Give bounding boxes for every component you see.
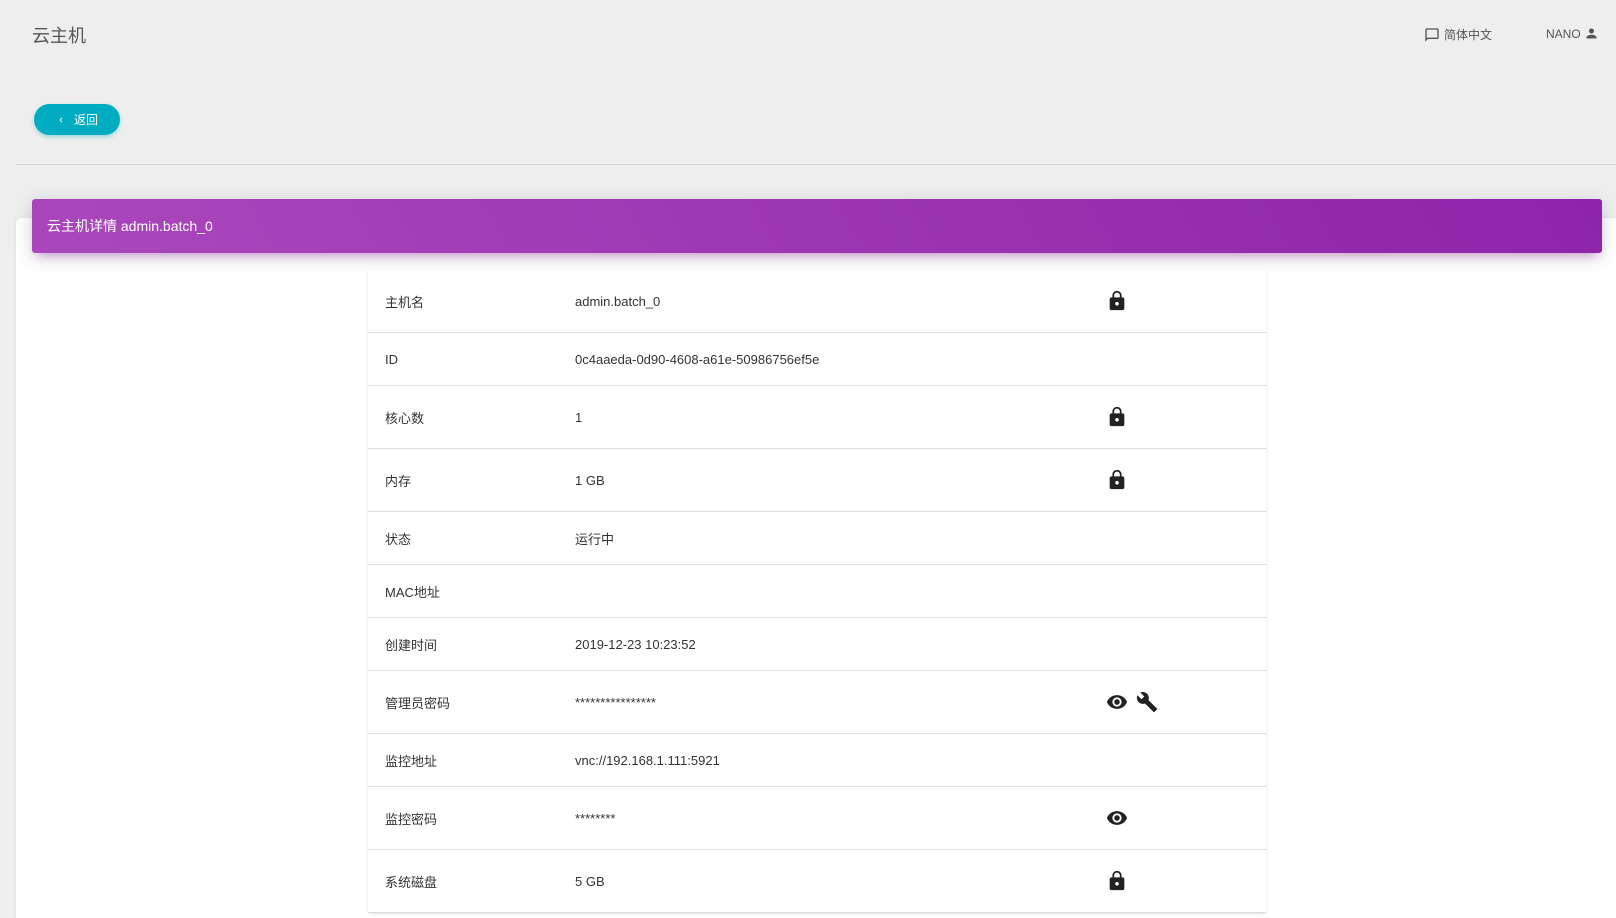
user-name: NANO <box>1546 26 1581 41</box>
divider <box>16 164 1616 165</box>
language-label: 简体中文 <box>1444 28 1493 42</box>
wrench-icon[interactable] <box>1135 690 1159 714</box>
back-button[interactable]: 返回 <box>34 104 120 135</box>
row-value: 5 GB <box>575 873 605 889</box>
row-value: admin.batch_0 <box>575 293 661 309</box>
row-actions <box>1105 869 1266 893</box>
row-actions <box>1105 289 1266 313</box>
detail-row-status: 状态 运行中 <box>368 512 1266 565</box>
person-icon <box>1586 28 1597 39</box>
row-value: ******** <box>575 810 616 826</box>
row-actions <box>1105 405 1266 429</box>
row-value: 2019-12-23 10:23:52 <box>575 636 696 652</box>
chat-bubble-icon <box>1425 27 1439 42</box>
detail-row-cores: 核心数 1 <box>368 386 1266 449</box>
user-menu[interactable]: NANO <box>1546 26 1599 41</box>
detail-row-monitor-address: 监控地址 vnc://192.168.1.111:5921 <box>368 734 1266 787</box>
row-label: 管理员密码 <box>385 695 451 711</box>
language-switcher[interactable]: 简体中文 <box>1424 26 1492 43</box>
card-title: 云主机详情 admin.batch_0 <box>47 218 213 234</box>
page-title: 云主机 <box>32 26 86 46</box>
detail-row-monitor-password: 监控密码 ******** <box>368 787 1266 850</box>
row-label: 主机名 <box>385 294 425 310</box>
row-label: ID <box>385 351 398 367</box>
lock-icon[interactable] <box>1105 869 1129 893</box>
detail-row-admin-password: 管理员密码 **************** <box>368 671 1266 734</box>
eye-icon[interactable] <box>1105 806 1129 830</box>
row-value: 运行中 <box>575 531 615 547</box>
eye-icon[interactable] <box>1105 690 1129 714</box>
detail-row-hostname: 主机名 admin.batch_0 <box>368 270 1266 333</box>
detail-row-mac: MAC地址 <box>368 565 1266 618</box>
row-actions <box>1105 690 1266 714</box>
lock-icon[interactable] <box>1105 289 1129 313</box>
chevron-left-icon <box>59 117 63 122</box>
detail-row-id: ID 0c4aaeda-0d90-4608-a61e-50986756ef5e <box>368 333 1266 386</box>
row-label: 核心数 <box>385 410 425 426</box>
top-navbar: 云主机 简体中文 NANO <box>0 0 1616 72</box>
row-label: 监控地址 <box>385 753 438 769</box>
detail-row-system-disk: 系统磁盘 5 GB <box>368 850 1266 913</box>
lock-icon[interactable] <box>1105 468 1129 492</box>
row-label: 监控密码 <box>385 811 438 827</box>
row-value: 1 <box>575 409 583 425</box>
card-header: 云主机详情 admin.batch_0 <box>32 199 1602 253</box>
row-value: vnc://192.168.1.111:5921 <box>575 752 720 768</box>
back-button-label: 返回 <box>73 113 98 127</box>
row-label: 内存 <box>385 473 412 489</box>
row-actions <box>1105 468 1266 492</box>
row-value: 0c4aaeda-0d90-4608-a61e-50986756ef5e <box>575 351 820 367</box>
row-actions <box>1105 806 1266 830</box>
detail-row-created: 创建时间 2019-12-23 10:23:52 <box>368 618 1266 671</box>
lock-icon[interactable] <box>1105 405 1129 429</box>
detail-row-memory: 内存 1 GB <box>368 449 1266 512</box>
row-value: **************** <box>575 694 656 710</box>
row-label: MAC地址 <box>385 584 440 600</box>
row-label: 状态 <box>385 531 412 547</box>
row-label: 系统磁盘 <box>385 874 438 890</box>
row-label: 创建时间 <box>385 637 438 653</box>
row-value: 1 GB <box>575 472 605 488</box>
detail-table: 主机名 admin.batch_0 ID 0c4aaeda-0d90-4608-… <box>368 270 1266 913</box>
